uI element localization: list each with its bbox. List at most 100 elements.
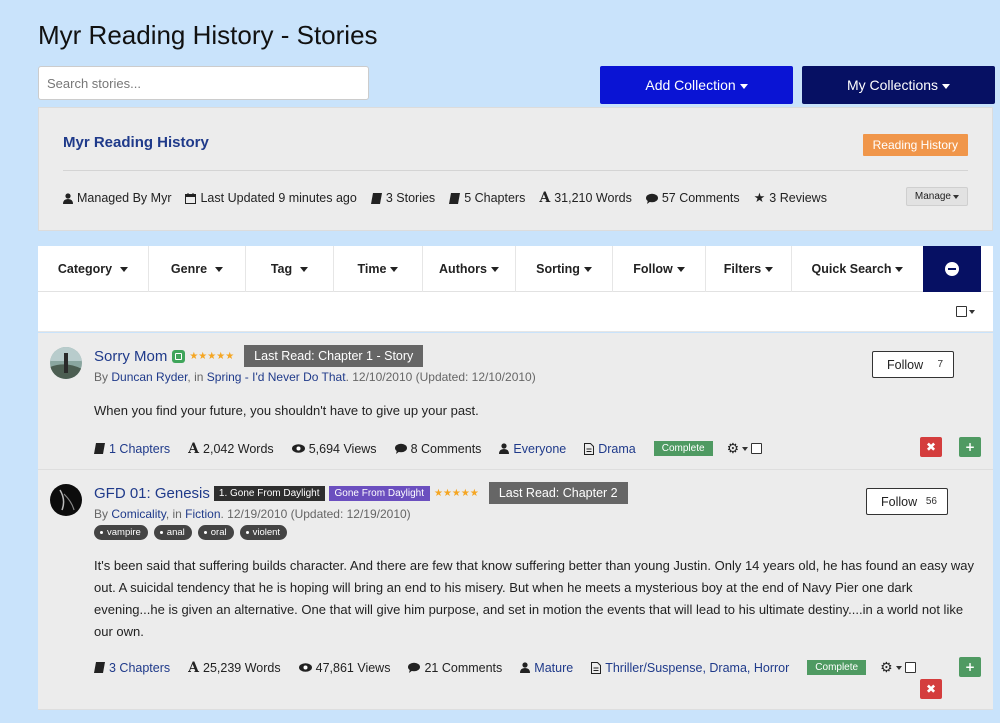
filter-time[interactable]: Time: [334, 246, 423, 292]
tag-pill[interactable]: oral: [197, 525, 234, 540]
story-title[interactable]: GFD 01: Genesis: [94, 485, 210, 502]
select-all-checkbox[interactable]: [956, 306, 967, 317]
story-dates: . 12/10/2010 (Updated: 12/10/2010): [345, 370, 536, 384]
comment-count: 8 Comments: [410, 441, 482, 456]
rating-stars: ★★★★★: [189, 350, 235, 362]
in-text: , in: [187, 370, 204, 384]
story-title[interactable]: Sorry Mom: [94, 348, 167, 365]
book-icon: [94, 662, 105, 673]
story-title-row: GFD 01: Genesis 1. Gone From Daylight Go…: [94, 482, 628, 504]
filter-filters[interactable]: Filters: [706, 246, 792, 292]
filter-tag[interactable]: Tag: [246, 246, 334, 292]
filter-category[interactable]: Category: [38, 246, 149, 292]
category-link[interactable]: Spring - I'd Never Do That: [207, 370, 346, 384]
follow-label: Follow: [887, 357, 924, 372]
follow-button[interactable]: Follow 56: [866, 488, 948, 515]
filter-label: Authors: [439, 262, 487, 276]
byline: By Duncan Ryder, in Spring - I'd Never D…: [94, 370, 536, 384]
caret-down-icon: [969, 309, 975, 314]
in-text: , in: [165, 507, 182, 521]
story-stats: 1 Chapters A 2,042 Words 5,694 Views 8 Co…: [94, 440, 763, 457]
tag-pill[interactable]: violent: [239, 525, 288, 540]
filter-label: Category: [57, 262, 113, 276]
last-updated: Last Updated 9 minutes ago: [200, 191, 357, 205]
series-badge[interactable]: Gone From Daylight: [328, 485, 430, 501]
tag-dot-icon: [100, 531, 103, 534]
series-order-tag[interactable]: 1. Gone From Daylight: [213, 485, 325, 501]
filter-follow[interactable]: Follow: [613, 246, 706, 292]
story-dates: . 12/19/2010 (Updated: 12/19/2010): [220, 507, 411, 521]
caret-down-icon: [120, 266, 129, 272]
caret-down-icon: [942, 83, 951, 89]
collection-name[interactable]: Myr Reading History: [63, 134, 209, 151]
user-icon: [63, 192, 73, 204]
manage-button[interactable]: Manage: [905, 187, 968, 206]
follow-button[interactable]: Follow 7: [872, 351, 954, 378]
review-count: 3 Reviews: [769, 191, 827, 205]
last-read-badge[interactable]: Last Read: Chapter 2: [488, 482, 628, 504]
font-icon: A: [188, 659, 200, 676]
filter-label: Quick Search: [811, 262, 892, 276]
caret-down-icon: [676, 266, 685, 272]
audience-rating-link[interactable]: Mature: [534, 661, 573, 675]
author-link[interactable]: Duncan Ryder: [111, 370, 187, 384]
file-icon: [591, 661, 602, 674]
collapse-filters-button[interactable]: [923, 246, 981, 292]
audience-rating-link[interactable]: Everyone: [513, 442, 566, 456]
star-icon: ★: [753, 190, 766, 205]
genre-link[interactable]: Drama: [598, 442, 636, 456]
genre-link[interactable]: Thriller/Suspense, Drama, Horror: [605, 661, 789, 675]
filter-label: Tag: [270, 262, 293, 276]
approved-icon: [172, 349, 186, 363]
comment-count: 57 Comments: [661, 191, 740, 205]
gear-icon[interactable]: ⚙: [880, 659, 893, 676]
avatar[interactable]: [50, 484, 82, 516]
follow-count: 56: [925, 496, 937, 507]
rating-stars: ★★★★★: [433, 487, 479, 499]
filter-genre[interactable]: Genre: [149, 246, 246, 292]
add-button[interactable]: +: [959, 437, 981, 457]
my-collections-label: My Collections: [846, 77, 939, 93]
chapters-link[interactable]: 3 Chapters: [109, 661, 170, 675]
filter-sorting[interactable]: Sorting: [516, 246, 613, 292]
word-count: 2,042 Words: [203, 441, 274, 456]
file-icon: [584, 442, 595, 455]
tag-pill[interactable]: anal: [153, 525, 192, 540]
caret-down-icon: [215, 266, 224, 272]
last-read-badge[interactable]: Last Read: Chapter 1 - Story: [244, 345, 424, 367]
story-title-row: Sorry Mom ★★★★★ Last Read: Chapter 1 - S…: [94, 345, 424, 367]
avatar[interactable]: [50, 347, 82, 379]
managed-by: Managed By Myr: [77, 191, 172, 205]
filter-label: Time: [357, 262, 387, 276]
collection-panel: Myr Reading History Reading History Mana…: [38, 107, 993, 231]
add-button[interactable]: +: [959, 657, 981, 677]
caret-down-icon: [300, 266, 309, 272]
story-summary: It's been said that suffering builds cha…: [94, 558, 975, 639]
author-link[interactable]: Comicality: [111, 507, 165, 521]
select-checkbox[interactable]: [904, 662, 916, 673]
my-collections-button[interactable]: My Collections: [802, 66, 995, 104]
font-icon: A: [539, 190, 551, 206]
select-checkbox[interactable]: [751, 443, 763, 454]
view-count: 5,694 Views: [308, 441, 377, 456]
calendar-icon: [185, 192, 197, 204]
caret-down-icon: [390, 266, 399, 272]
remove-button[interactable]: ✖: [920, 437, 942, 457]
chapters-link[interactable]: 1 Chapters: [109, 442, 170, 456]
filter-quick-search[interactable]: Quick Search: [792, 246, 923, 292]
caret-down-icon: [895, 665, 902, 670]
tag-pill[interactable]: vampire: [94, 525, 148, 540]
filter-label: Genre: [170, 262, 208, 276]
remove-button[interactable]: ✖: [920, 679, 942, 699]
select-all-dropdown[interactable]: [956, 306, 975, 317]
add-collection-button[interactable]: Add Collection: [600, 66, 793, 104]
filter-label: Filters: [723, 262, 762, 276]
byline: By Comicality, in Fiction. 12/19/2010 (U…: [94, 507, 411, 521]
filter-authors[interactable]: Authors: [423, 246, 516, 292]
gear-icon[interactable]: ⚙: [727, 440, 740, 457]
story-summary: When you find your future, you shouldn't…: [94, 403, 479, 418]
category-link[interactable]: Fiction: [185, 507, 220, 521]
search-input[interactable]: [38, 66, 369, 100]
tag-label: vampire: [107, 527, 141, 538]
page-title: Myr Reading History - Stories: [38, 20, 378, 50]
